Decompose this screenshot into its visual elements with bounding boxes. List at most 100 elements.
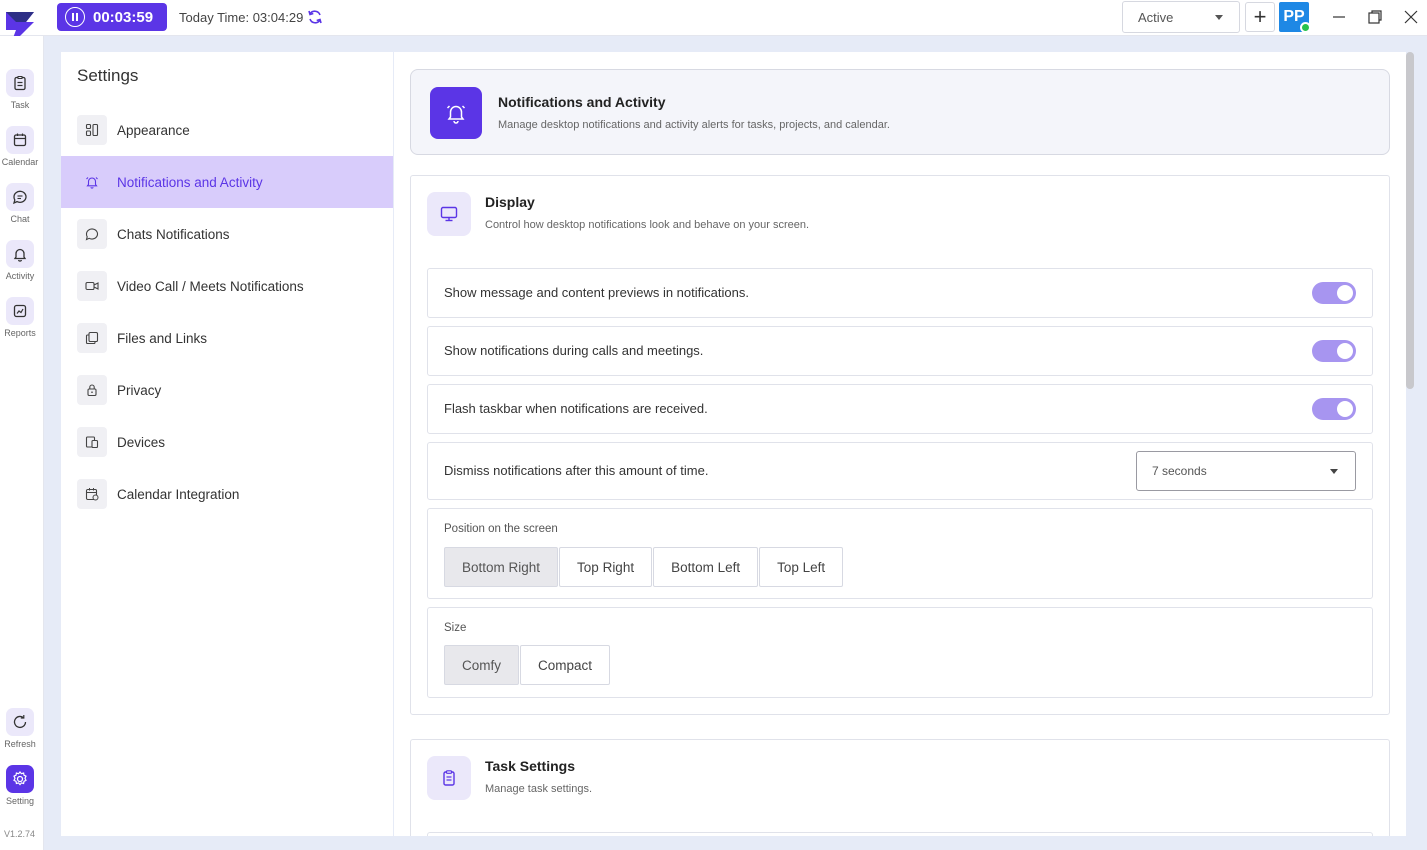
chevron-down-icon: [1330, 469, 1338, 474]
bell-icon: [6, 240, 34, 268]
bell-icon: [430, 87, 482, 139]
rail-item-reports[interactable]: Reports: [0, 297, 40, 338]
nav-item-video-call[interactable]: Video Call / Meets Notifications: [61, 260, 393, 312]
rail-label: Setting: [5, 796, 35, 806]
page-subtitle: Manage desktop notifications and activit…: [498, 119, 890, 131]
title-bar: 00:03:59 Today Time: 03:04:29 Active + P…: [0, 0, 1427, 46]
rail-item-chat[interactable]: Chat: [0, 183, 40, 224]
timer-toggle-button[interactable]: 00:03:59: [57, 3, 167, 31]
rail-label: Task: [10, 100, 30, 110]
preview-toggle[interactable]: [1312, 282, 1356, 304]
nav-item-appearance[interactable]: Appearance: [61, 104, 393, 156]
chat-icon: [6, 183, 34, 211]
dismiss-time-value: 7 seconds: [1152, 464, 1207, 478]
calendar-sync-icon: [77, 479, 107, 509]
section-subtitle: Control how desktop notifications look a…: [485, 219, 810, 231]
rail-item-task[interactable]: Task: [0, 69, 40, 110]
task-icon: [6, 69, 34, 97]
left-rail: Task Calendar Chat Activity Reports Refr…: [0, 36, 44, 850]
calendar-icon: [6, 126, 34, 154]
status-value: Active: [1138, 10, 1174, 25]
nav-item-chats-notifications[interactable]: Chats Notifications: [61, 208, 393, 260]
dismiss-time-select[interactable]: 7 seconds: [1136, 451, 1356, 491]
position-top-left[interactable]: Top Left: [759, 547, 844, 587]
restore-icon[interactable]: [1366, 8, 1384, 26]
appearance-icon: [77, 115, 107, 145]
add-button[interactable]: +: [1245, 2, 1275, 32]
plus-icon: +: [1253, 4, 1267, 29]
scrollbar[interactable]: [1406, 52, 1414, 389]
toggle-label: Show message and content previews in not…: [444, 285, 749, 300]
rail-label: Reports: [4, 328, 36, 338]
size-segmented-control: Comfy Compact: [444, 645, 611, 685]
calls-toggle[interactable]: [1312, 340, 1356, 362]
task-settings-row: [427, 832, 1373, 836]
position-bottom-left[interactable]: Bottom Left: [653, 547, 759, 587]
calls-toggle-row: Show notifications during calls and meet…: [427, 326, 1373, 376]
position-segmented-control: Bottom Right Top Right Bottom Left Top L…: [444, 547, 844, 587]
size-label: Size: [444, 622, 467, 634]
online-status-icon: [1300, 22, 1311, 33]
avatar[interactable]: PP: [1279, 2, 1311, 33]
size-comfy[interactable]: Comfy: [444, 645, 520, 685]
rail-item-setting[interactable]: Setting: [0, 765, 40, 806]
nav-item-label: Files and Links: [117, 330, 208, 346]
nav-item-label: Privacy: [117, 382, 162, 398]
settings-title: Settings: [77, 66, 139, 85]
rail-label: Activity: [5, 271, 35, 281]
page-title: Notifications and Activity: [498, 94, 666, 110]
nav-item-label: Chats Notifications: [117, 226, 230, 242]
gear-icon: [6, 765, 34, 793]
nav-item-label: Devices: [117, 434, 166, 450]
reports-icon: [6, 297, 34, 325]
files-icon: [77, 323, 107, 353]
nav-item-files-links[interactable]: Files and Links: [61, 312, 393, 364]
sync-icon[interactable]: [307, 9, 323, 25]
nav-item-label: Appearance: [117, 122, 190, 138]
dismiss-label: Dismiss notifications after this amount …: [444, 463, 709, 478]
toggle-knob: [1337, 343, 1353, 359]
chat-bubble-icon: [77, 219, 107, 249]
minimize-icon[interactable]: [1330, 8, 1348, 26]
rail-label: Chat: [10, 214, 30, 224]
flash-toggle[interactable]: [1312, 398, 1356, 420]
toggle-label: Show notifications during calls and meet…: [444, 343, 704, 358]
nav-item-privacy[interactable]: Privacy: [61, 364, 393, 416]
bell-icon: [77, 167, 107, 197]
section-title: Display: [485, 194, 535, 210]
display-section: Display Control how desktop notification…: [410, 175, 1390, 715]
lock-icon: [77, 375, 107, 405]
settings-nav: Settings Appearance Notifications and Ac…: [61, 52, 393, 836]
nav-item-devices[interactable]: Devices: [61, 416, 393, 468]
rail-item-calendar[interactable]: Calendar: [0, 126, 40, 167]
position-label: Position on the screen: [444, 523, 558, 535]
video-icon: [77, 271, 107, 301]
preview-toggle-row: Show message and content previews in not…: [427, 268, 1373, 318]
size-compact[interactable]: Compact: [520, 645, 611, 685]
clipboard-icon: [427, 756, 471, 800]
task-settings-section: Task Settings Manage task settings.: [410, 739, 1390, 836]
nav-item-calendar-integration[interactable]: Calendar Integration: [61, 468, 393, 520]
nav-item-label: Calendar Integration: [117, 486, 240, 502]
nav-item-label: Video Call / Meets Notifications: [117, 278, 304, 294]
rail-label: Calendar: [1, 157, 39, 167]
dismiss-row: Dismiss notifications after this amount …: [427, 442, 1373, 500]
pause-icon: [65, 7, 85, 27]
rail-item-activity[interactable]: Activity: [0, 240, 40, 281]
rail-item-refresh[interactable]: Refresh: [0, 708, 40, 749]
position-top-right[interactable]: Top Right: [559, 547, 653, 587]
close-icon[interactable]: [1402, 8, 1420, 26]
position-bottom-right[interactable]: Bottom Right: [444, 547, 559, 587]
section-subtitle: Manage task settings.: [485, 783, 593, 795]
monitor-icon: [427, 192, 471, 236]
timer-value: 00:03:59: [93, 8, 154, 26]
toggle-knob: [1337, 285, 1353, 301]
toggle-knob: [1337, 401, 1353, 417]
size-row: Size Comfy Compact: [427, 607, 1373, 698]
app-version: V1.2.74: [4, 829, 36, 839]
nav-item-notifications[interactable]: Notifications and Activity: [61, 156, 393, 208]
position-row: Position on the screen Bottom Right Top …: [427, 508, 1373, 599]
today-time: Today Time: 03:04:29: [179, 10, 304, 25]
status-dropdown[interactable]: Active: [1122, 1, 1240, 33]
refresh-icon: [6, 708, 34, 736]
